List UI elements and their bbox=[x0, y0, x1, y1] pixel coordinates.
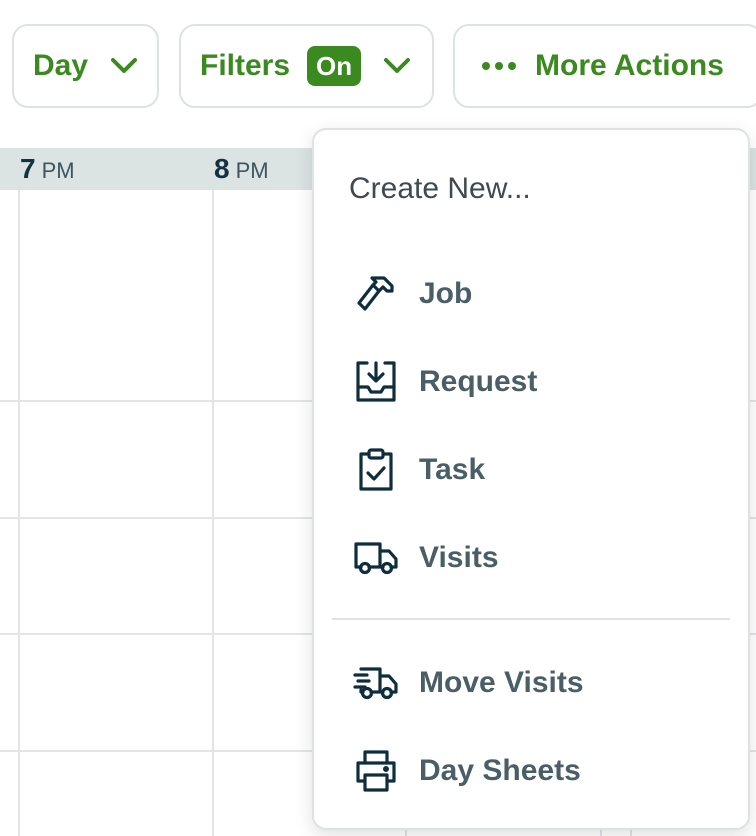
menu-item-label: Job bbox=[419, 277, 473, 310]
printer-icon bbox=[352, 747, 400, 795]
menu-item-task[interactable]: Task bbox=[314, 438, 748, 502]
hour-suffix: PM bbox=[235, 158, 269, 183]
menu-item-visits[interactable]: Visits bbox=[314, 526, 748, 590]
menu-item-label: Task bbox=[419, 453, 486, 486]
menu-item-label: Visits bbox=[419, 541, 499, 574]
hour-label-7pm: 7 PM bbox=[20, 152, 75, 188]
moving-truck-icon bbox=[352, 659, 400, 707]
filters-label: Filters bbox=[200, 49, 291, 82]
ellipsis-icon bbox=[481, 61, 517, 71]
hour-number: 8 bbox=[214, 153, 230, 184]
hour-number: 7 bbox=[20, 153, 36, 184]
hammer-icon bbox=[352, 270, 400, 318]
menu-divider bbox=[332, 618, 730, 620]
hour-suffix: PM bbox=[41, 158, 75, 183]
menu-item-job[interactable]: Job bbox=[314, 262, 748, 326]
menu-item-move-visits[interactable]: Move Visits bbox=[314, 651, 748, 715]
schedule-view: Day Filters On More Actions 7 PM 8 PM Cr… bbox=[0, 0, 756, 836]
menu-item-label: Move Visits bbox=[419, 666, 584, 699]
day-view-dropdown[interactable]: Day bbox=[12, 24, 159, 108]
filters-status-badge: On bbox=[307, 46, 362, 86]
day-view-label: Day bbox=[33, 49, 89, 82]
menu-item-request[interactable]: Request bbox=[314, 350, 748, 414]
menu-item-label: Request bbox=[419, 365, 538, 398]
grid-column-line bbox=[212, 190, 214, 836]
menu-item-day-sheets[interactable]: Day Sheets bbox=[314, 739, 748, 803]
chevron-down-icon bbox=[110, 56, 138, 76]
grid-column-line bbox=[18, 190, 20, 836]
more-actions-menu: Create New... Job Request Task Visits Mo… bbox=[312, 128, 750, 830]
chevron-down-icon bbox=[383, 56, 411, 76]
clipboard-check-icon bbox=[352, 446, 400, 494]
inbox-download-icon bbox=[352, 358, 400, 406]
hour-label-8pm: 8 PM bbox=[214, 152, 269, 188]
more-actions-button[interactable]: More Actions bbox=[453, 24, 756, 108]
menu-title: Create New... bbox=[349, 172, 531, 205]
filters-dropdown[interactable]: Filters On bbox=[179, 24, 434, 108]
menu-item-label: Day Sheets bbox=[419, 754, 581, 787]
truck-icon bbox=[352, 534, 400, 582]
more-actions-label: More Actions bbox=[535, 49, 724, 82]
